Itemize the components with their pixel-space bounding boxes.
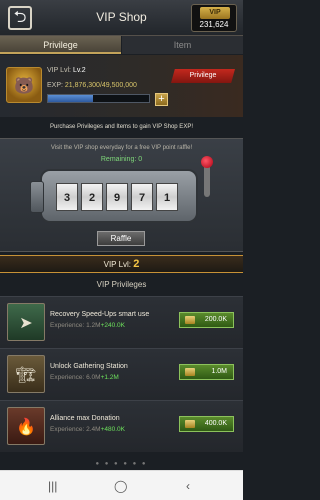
system-navigation-bar: ||| ◯ ‹	[0, 470, 243, 500]
page-indicator: ● ● ● ● ● ●	[95, 461, 148, 467]
recent-apps-button[interactable]: |||	[48, 479, 57, 493]
vip-badge: VIP	[200, 7, 230, 19]
lever-knob-icon[interactable]	[201, 156, 213, 168]
add-exp-button[interactable]: +	[155, 93, 168, 106]
header: ⮌ VIP Shop VIP 231,624	[0, 0, 243, 36]
privilege-row: ➤ Recovery Speed-Ups smart use Experienc…	[0, 296, 243, 348]
arrow-speedup-icon: ➤	[7, 303, 45, 341]
vip-strip-label: VIP Lvl:	[103, 260, 132, 269]
slot-digit: 2	[81, 183, 103, 211]
raffle-button[interactable]: Raffle	[97, 231, 145, 246]
bear-icon: 🐻	[14, 78, 34, 95]
slot-lever[interactable]	[204, 163, 210, 197]
donation-icon: 🔥	[7, 407, 45, 445]
privilege-name: Recovery Speed-Ups smart use	[50, 311, 150, 318]
privilege-name: Alliance max Donation	[50, 415, 120, 422]
exp-label: EXP:	[47, 82, 63, 89]
vip-level-strip: VIP Lvl: 2	[0, 255, 243, 273]
buy-button[interactable]: 1.0M	[179, 364, 234, 380]
info-text: Purchase Privileges and Items to gain VI…	[50, 124, 193, 130]
privilege-exp: Experience: 6.0M+1.2M	[50, 374, 119, 381]
gathering-station-icon: 🏗	[7, 355, 45, 393]
tab-item[interactable]: Item	[122, 36, 243, 54]
slot-machine: 3 2 9 7 1	[30, 169, 198, 223]
exp-progress-bar	[47, 94, 150, 103]
vip-level: VIP Lvl: Lv.2	[47, 67, 86, 74]
raffle-info: Visit the VIP shop everyday for a free V…	[50, 145, 193, 151]
buy-button[interactable]: 400.0K	[179, 416, 234, 432]
exp-value: 21,876,300/49,500,000	[64, 82, 137, 89]
buy-button[interactable]: 200.0K	[179, 312, 234, 328]
system-back-button[interactable]: ‹	[186, 479, 190, 493]
raffle-panel: Visit the VIP shop everyday for a free V…	[0, 138, 243, 252]
home-button[interactable]: ◯	[114, 479, 127, 493]
vip-level-label: VIP Lvl:	[47, 67, 71, 74]
currency-amount: 231,624	[199, 20, 229, 29]
avatar: 🐻	[6, 67, 42, 103]
vip-profile-panel: 🐻 VIP Lvl: Lv.2 EXP: 21,876,300/49,500,0…	[0, 55, 243, 117]
slot-digit: 7	[131, 183, 153, 211]
exp-progress-fill	[48, 95, 93, 102]
privilege-row: 🔥 Alliance max Donation Experience: 2.4M…	[0, 400, 243, 452]
exp-text: EXP: 21,876,300/49,500,000	[47, 82, 137, 89]
vip-strip-value: 2	[133, 258, 140, 270]
vip-currency-display: VIP 231,624	[191, 4, 237, 32]
privilege-name: Unlock Gathering Station	[50, 363, 128, 370]
slot-digit: 1	[156, 183, 178, 211]
vip-gem-icon	[185, 316, 195, 324]
privilege-row: 🏗 Unlock Gathering Station Experience: 6…	[0, 348, 243, 400]
tab-privilege[interactable]: Privilege	[0, 36, 121, 54]
slot-digit: 9	[106, 183, 128, 211]
privilege-tag[interactable]: Privilege	[171, 69, 235, 83]
slot-digits: 3 2 9 7 1	[56, 183, 178, 211]
vip-gem-icon	[185, 420, 195, 428]
vip-level-value: Lv.2	[72, 67, 86, 74]
privilege-exp: Experience: 1.2M+240.0K	[50, 322, 125, 329]
privileges-title: VIP Privileges	[96, 280, 147, 289]
privilege-exp: Experience: 2.4M+480.0K	[50, 426, 125, 433]
vip-gem-icon	[185, 368, 195, 376]
slot-digit: 3	[56, 183, 78, 211]
tab-bar: Privilege Item	[0, 36, 243, 54]
